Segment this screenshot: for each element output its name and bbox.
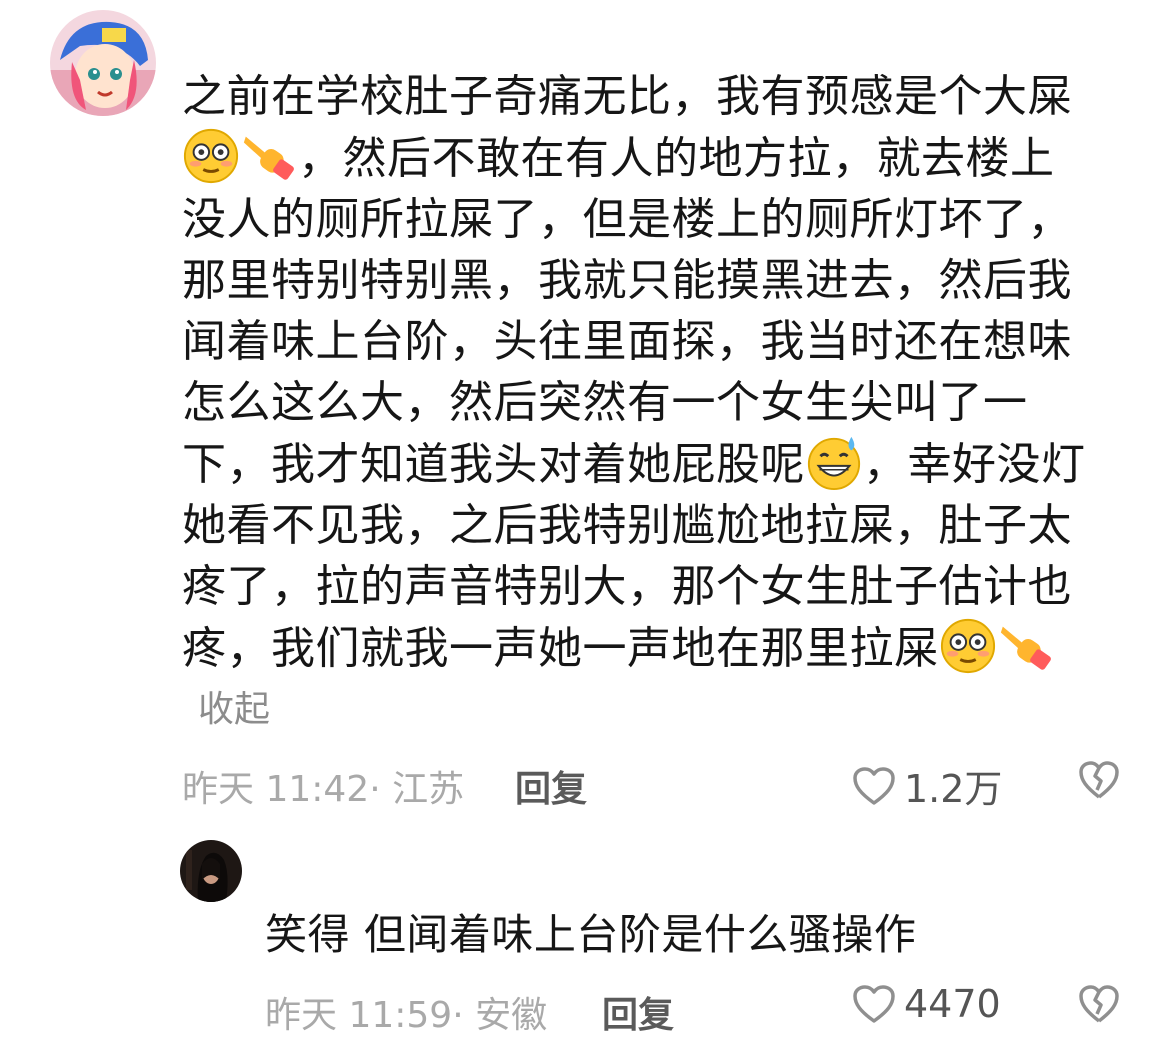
like-button[interactable]: 4470 xyxy=(852,982,1001,1026)
avatar-reply-commenter[interactable] xyxy=(180,840,242,902)
flushed-face-icon xyxy=(939,617,997,675)
comment-line-text: ，然后不敢在有人的地方拉，就去楼上 xyxy=(298,133,1055,184)
reply-button[interactable]: 回复 xyxy=(515,760,587,812)
broken-heart-icon xyxy=(1079,761,1119,799)
comment-line: 没人的厕所拉屎了，但是楼上的厕所灯坏了， xyxy=(182,194,1072,245)
comment-line: 闻着味上台阶，头往里面探，我当时还在想味 xyxy=(182,316,1072,367)
comment-line: 怎么这么大，然后突然有一个女生尖叫了一 xyxy=(182,377,1028,428)
comment-line: 下，我才知道我头对着她屁股呢 ，幸好没灯 xyxy=(182,433,1112,495)
comment-line-text: 下，我才知道我头对着她屁股呢 xyxy=(182,439,805,490)
grinning-sweat-face-icon xyxy=(805,433,863,491)
like-button[interactable]: 1.2万 xyxy=(852,758,1002,813)
comment-line-text: 疼，我们就我一声她一声地在那里拉屎 xyxy=(182,623,939,674)
comment-line: 疼，我们就我一声她一声地在那里拉屎 xyxy=(182,617,1112,679)
comment-line: 疼了，拉的声音特别大，那个女生肚子估计也 xyxy=(182,561,1072,612)
like-count: 1.2万 xyxy=(904,767,1003,811)
dislike-button[interactable] xyxy=(1078,984,1120,1024)
like-count: 4470 xyxy=(904,982,1001,1026)
heart-icon xyxy=(853,985,895,1023)
collapse-button[interactable]: 收起 xyxy=(198,680,270,732)
comment-line-text: ，幸好没灯 xyxy=(863,439,1086,490)
comment-meta: 昨天 11:42· 江苏 xyxy=(182,769,465,810)
flushed-face-icon xyxy=(182,127,240,185)
comment-line: 那里特别特别黑，我就只能摸黑进去，然后我 xyxy=(182,255,1072,306)
main-comment-text: 之前在学校肚子奇痛无比，我有预感是个大屎 ，然后不敢在有人的地方拉，就去楼上 没… xyxy=(182,66,1112,679)
reply-comment-text: 笑得 但闻着味上台阶是什么骚操作 xyxy=(265,910,917,959)
reply-meta: 昨天 11:59· 安徽 xyxy=(265,995,548,1036)
pointing-hand-icon xyxy=(997,617,1055,675)
comment-line: 她看不见我，之后我特别尴尬地拉屎，肚子太 xyxy=(182,500,1072,551)
comment-line: 之前在学校肚子奇痛无比，我有预感是个大屎 xyxy=(182,71,1072,122)
broken-heart-icon xyxy=(1079,985,1119,1023)
dislike-button[interactable] xyxy=(1078,760,1120,800)
reply-button[interactable]: 回复 xyxy=(602,986,674,1038)
comment-line: ，然后不敢在有人的地方拉，就去楼上 xyxy=(182,127,1112,189)
pointing-hand-icon xyxy=(240,127,298,185)
heart-icon xyxy=(853,766,895,805)
avatar-main-commenter[interactable] xyxy=(50,10,156,116)
